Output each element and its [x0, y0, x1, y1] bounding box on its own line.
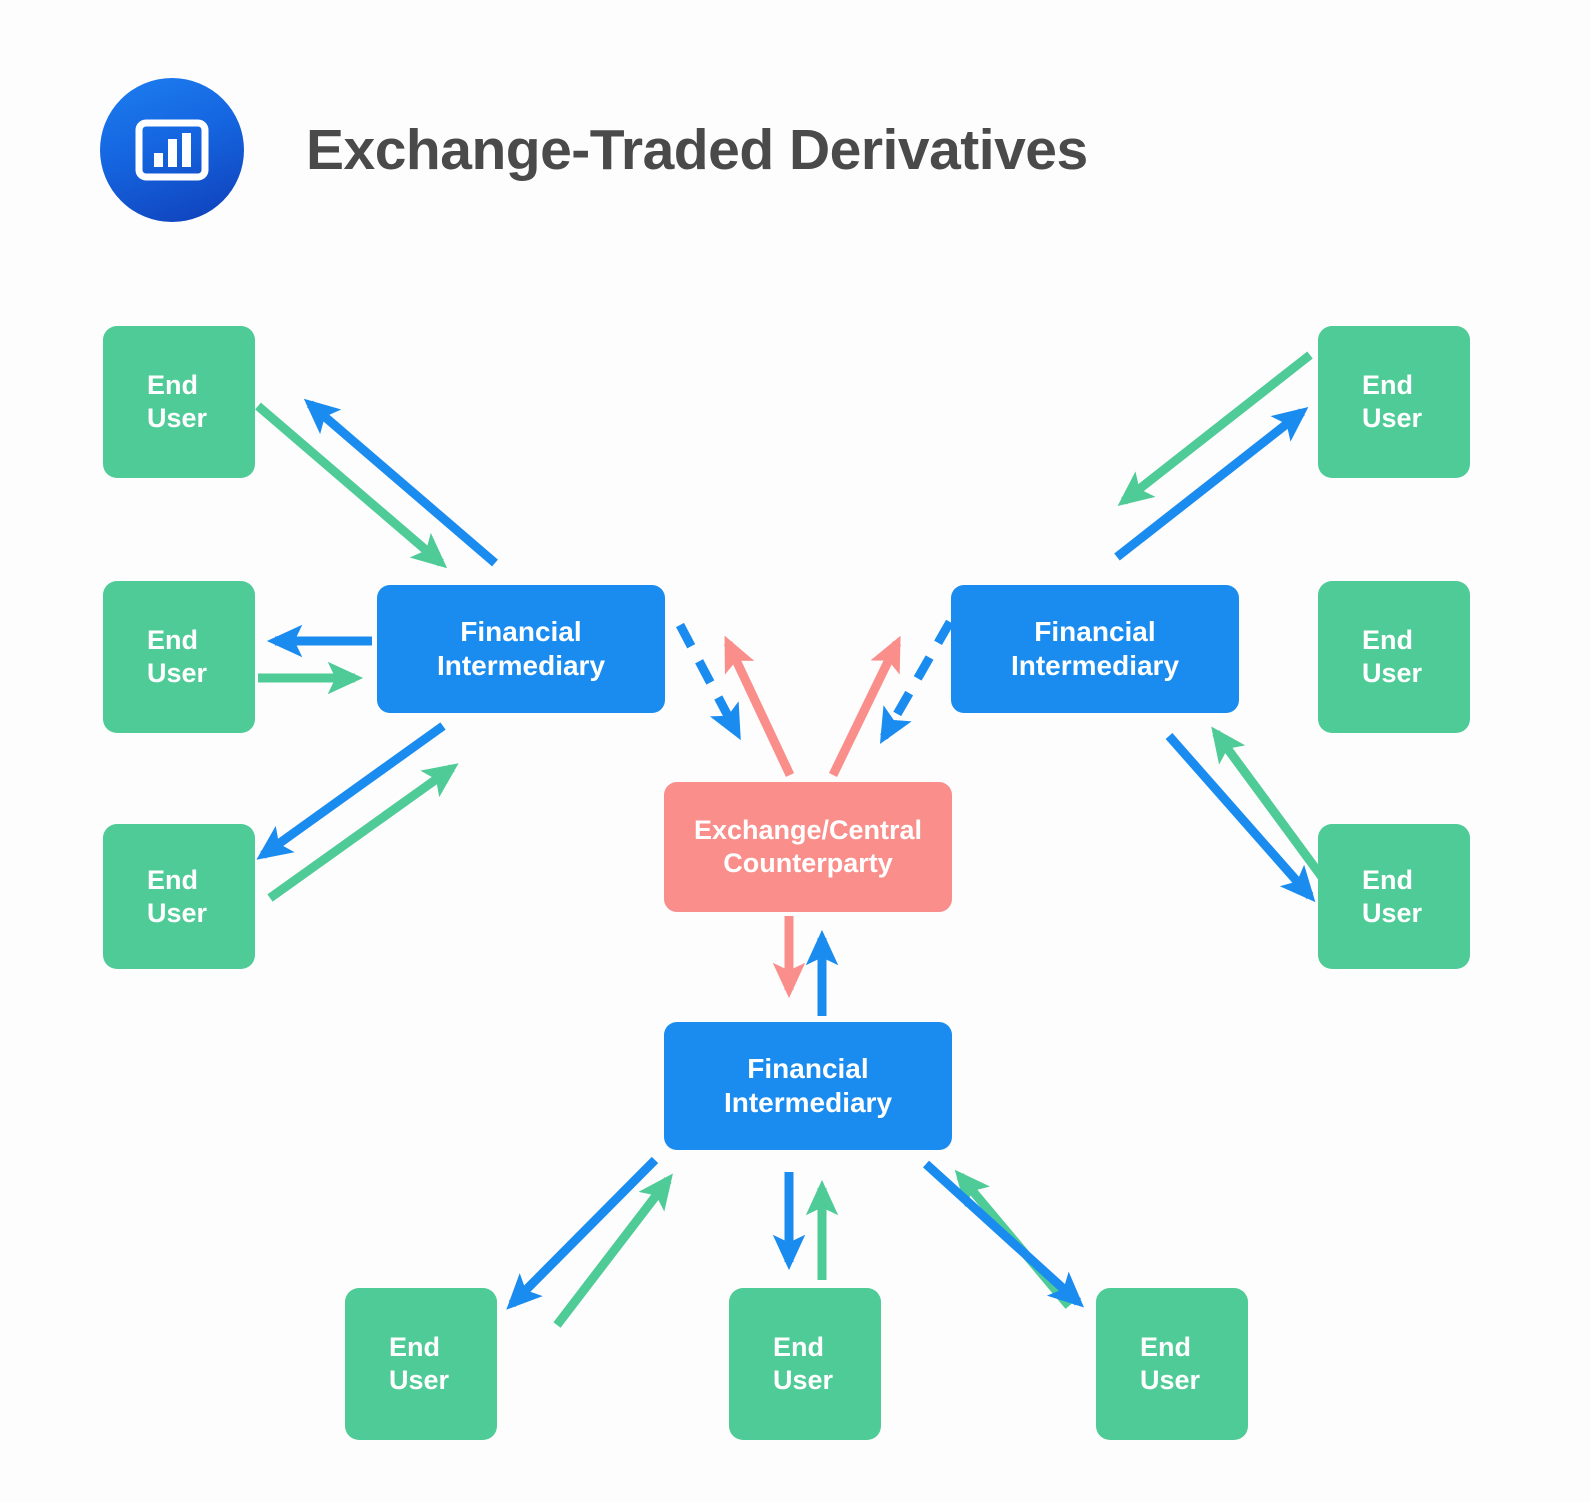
node-label: End User — [1362, 864, 1423, 928]
node-label: End User — [389, 1332, 450, 1395]
flow-arrow-fi-to-eu — [922, 1160, 1085, 1308]
node-end-user[interactable]: End User — [345, 1288, 497, 1440]
node-label: End User — [147, 625, 208, 688]
flow-arrow-ccp-to-fi — [828, 635, 902, 777]
node-label: End User — [773, 1332, 834, 1395]
node-label: Financial Intermediary — [1010, 615, 1180, 681]
flow-arrow-fi-to-eu — [303, 398, 498, 567]
node-label: End User — [147, 864, 208, 928]
flow-arrow-fi-to-ccp — [676, 622, 741, 741]
node-exchange-central-counterparty[interactable]: Exchange/Central Counterparty — [664, 782, 952, 912]
node-end-user[interactable]: End User — [1318, 824, 1470, 969]
node-label: Exchange/Central Counterparty — [693, 815, 923, 878]
node-end-user[interactable]: End User — [1318, 326, 1470, 478]
node-end-user[interactable]: End User — [103, 581, 255, 733]
network-diagram: End User End User End User End User End User … — [0, 0, 1590, 1502]
node-label: End User — [1140, 1332, 1201, 1395]
node-end-user[interactable]: End User — [729, 1288, 881, 1440]
flow-arrow-ccp-to-fi — [723, 635, 795, 777]
node-financial-intermediary[interactable]: Financial Intermediary — [951, 585, 1239, 713]
node-end-user[interactable]: End User — [1096, 1288, 1248, 1440]
node-label: End User — [1362, 625, 1423, 688]
node-financial-intermediary[interactable]: Financial Intermediary — [377, 585, 665, 713]
node-end-user[interactable]: End User — [103, 326, 255, 478]
arrow-layer — [255, 351, 1334, 1328]
node-end-user[interactable]: End User — [1318, 581, 1470, 733]
node-end-user[interactable]: End User — [103, 824, 255, 969]
node-label: End User — [1362, 370, 1423, 433]
node-label: End User — [147, 370, 208, 433]
node-label: Financial Intermediary — [723, 1052, 893, 1118]
diagram-page: Exchange-Traded Derivatives End User End… — [0, 0, 1590, 1502]
node-label: Financial Intermediary — [436, 615, 606, 681]
flow-arrow-eu-to-fi — [255, 402, 448, 569]
node-financial-intermediary[interactable]: Financial Intermediary — [664, 1022, 952, 1150]
flow-arrow-fi-to-ccp — [879, 619, 954, 745]
